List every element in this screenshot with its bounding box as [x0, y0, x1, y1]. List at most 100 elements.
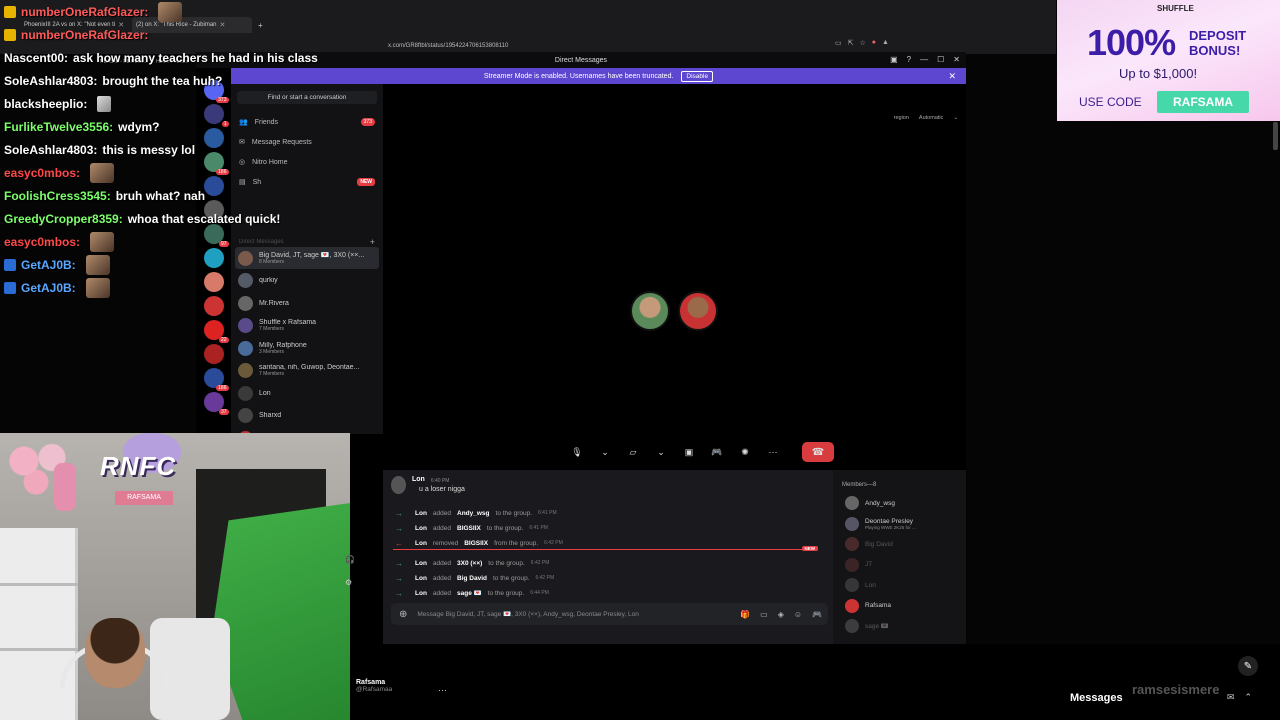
inbox-icon[interactable]: ▣ — [890, 55, 898, 64]
bookmark-icon[interactable]: ☆ — [860, 39, 866, 47]
emoji-icon[interactable]: ☺ — [794, 610, 802, 619]
help-icon[interactable]: ? — [907, 55, 911, 64]
server-icon[interactable]: 186 — [203, 368, 229, 391]
chat-username[interactable]: FurlikeTwelve3556: — [4, 120, 113, 134]
gear-icon[interactable]: ⚙ — [345, 578, 355, 587]
dm-item[interactable]: Milly, Rafphone 3 Members — [235, 337, 379, 359]
chat-username[interactable]: easyc0mbos: — [4, 235, 80, 249]
compose-icon[interactable]: ✎ — [1238, 656, 1258, 676]
chat-username[interactable]: SoleAshlar4803: — [4, 143, 97, 157]
maximize-icon[interactable]: ☐ — [937, 55, 944, 64]
chat-username[interactable]: SoleAshlar4803: — [4, 74, 97, 88]
member-item[interactable]: Rafsama — [845, 598, 891, 614]
collapse-icon[interactable]: ⌃ — [1244, 692, 1252, 703]
member-item[interactable]: JT — [845, 557, 872, 573]
chevron-down-icon[interactable]: ⌄ — [652, 444, 670, 460]
system-actor[interactable]: Lon — [415, 590, 427, 597]
system-message: → Lon added Big David to the group. 6:42 PM — [395, 572, 554, 584]
profile-handle: @Rafsamaa — [356, 686, 393, 693]
dm-item[interactable]: Lon — [235, 382, 379, 404]
message-input[interactable]: ⊕ Message Big David, JT, sage 💌, 3X0 (××… — [391, 603, 828, 625]
new-message-icon[interactable]: ✉ — [1227, 692, 1235, 703]
system-target[interactable]: Andy_wsg — [457, 510, 490, 517]
chat-username[interactable]: GreedyCropper8359: — [4, 212, 123, 226]
chat-username[interactable]: numberOneRafGlazer: — [21, 28, 148, 42]
profile-name: Rafsama — [356, 679, 386, 686]
add-attachment-icon[interactable]: ⊕ — [399, 609, 407, 620]
chat-username[interactable]: easyc0mbos: — [4, 166, 80, 180]
chat-username[interactable]: FoolishCress3545: — [4, 189, 111, 203]
system-actor[interactable]: Lon — [415, 510, 427, 517]
gift-icon[interactable]: 🎁 — [740, 610, 750, 619]
close-icon[interactable]: ✕ — [948, 71, 956, 82]
microphone-icon[interactable]: 🎙 — [568, 444, 586, 460]
system-actor[interactable]: Lon — [415, 525, 427, 532]
chat-username[interactable]: numberOneRafGlazer: — [21, 5, 148, 19]
server-icon[interactable]: 37 — [203, 392, 229, 415]
chat-username[interactable]: blacksheeplio: — [4, 97, 87, 111]
member-name: Deontae Presley — [865, 517, 914, 525]
sticker-icon[interactable]: ◈ — [778, 610, 784, 619]
menu-icon[interactable]: ▲ — [882, 39, 889, 47]
gif-icon[interactable]: ▭ — [760, 610, 768, 619]
participant-avatar[interactable] — [630, 291, 670, 331]
system-time: 6:44 PM — [530, 590, 549, 596]
member-item[interactable]: Lon — [845, 577, 876, 593]
arrow-right-icon: → — [395, 508, 403, 518]
close-icon[interactable]: ✕ — [953, 55, 960, 64]
shuffle-ad[interactable]: SHUFFLE 100% DEPOSIT BONUS! Up to $1,000… — [1057, 0, 1280, 121]
system-target[interactable]: sage 💌 — [457, 589, 482, 597]
server-icon[interactable]: 22 — [203, 320, 229, 343]
avatar[interactable] — [391, 476, 406, 494]
minimize-icon[interactable]: — — [920, 55, 928, 64]
profile-card[interactable]: Rafsama @Rafsamaa — [356, 679, 392, 693]
participant-avatar[interactable] — [678, 291, 718, 331]
system-actor[interactable]: Lon — [415, 575, 427, 582]
system-actor[interactable]: Lon — [415, 540, 427, 547]
dm-name: Milly, Rafphone — [259, 341, 307, 349]
more-icon[interactable]: ⋯ — [764, 444, 782, 460]
activity-icon[interactable]: 🎮 — [708, 444, 726, 460]
headset-icon[interactable]: 🎧 — [345, 555, 355, 564]
more-icon[interactable]: ⋯ — [438, 685, 447, 696]
system-verb: added — [432, 524, 451, 532]
system-actor[interactable]: Lon — [415, 560, 427, 567]
member-item[interactable]: Andy_wsg — [845, 495, 895, 511]
system-target[interactable]: 3X0 (××) — [457, 560, 482, 567]
member-item[interactable]: Big David — [845, 536, 893, 552]
server-icon[interactable] — [203, 296, 224, 316]
voice-call-stage: region Automatic ⌄ 🎙 ⌄ ▱ ⌄ ▣ 🎮 ✺ ⋯ ☎ — [383, 84, 966, 470]
streamer-head — [85, 618, 145, 688]
share-icon[interactable]: ⇱ — [848, 39, 854, 47]
system-target[interactable]: BIGSIIX — [464, 540, 488, 547]
member-item[interactable]: sage 💌 — [845, 618, 889, 634]
dm-item[interactable]: santana, nih, Guwop, Deontae... 7 Members — [235, 360, 379, 382]
chat-username[interactable]: GetAJ0B: — [21, 258, 76, 272]
soundboard-icon[interactable]: ✺ — [736, 444, 754, 460]
disable-button[interactable]: Disable — [681, 70, 714, 82]
chat-username[interactable]: Nascent00: — [4, 51, 68, 65]
ad-code-label: USE CODE — [1079, 95, 1142, 109]
messages-dock[interactable]: ramsesismere Messages ✉ ⌃ — [1058, 682, 1280, 720]
chevron-down-icon[interactable]: ⌄ — [596, 444, 614, 460]
apps-icon[interactable]: 🎮 — [812, 610, 822, 619]
server-icon[interactable] — [203, 344, 224, 364]
dm-name: Shuffle x Rafsama — [259, 319, 317, 326]
screen-share-icon[interactable]: ▣ — [680, 444, 698, 460]
system-target[interactable]: BIGSIIX — [457, 525, 481, 532]
extension-icon[interactable]: ▭ — [835, 39, 842, 47]
scrollbar[interactable] — [1273, 122, 1278, 150]
chat-message: easyc0mbos: — [4, 161, 344, 184]
chat-username[interactable]: GetAJ0B: — [21, 281, 76, 295]
member-item[interactable]: Deontae Presley Playing WWE 2K25 for ... — [845, 516, 916, 532]
address-bar[interactable]: x.com/GR8ftbl/status/1954224706153808110 — [370, 39, 910, 52]
camera-off-icon[interactable]: ▱ — [624, 444, 642, 460]
shield-icon[interactable]: ● — [872, 39, 876, 47]
region-selector[interactable]: region Automatic ⌄ — [894, 115, 958, 121]
dm-item[interactable]: Shuffle x Rafsama 7 Members — [235, 315, 379, 337]
system-target[interactable]: Big David — [457, 575, 487, 582]
ad-code-button[interactable]: RAFSAMA — [1157, 91, 1249, 113]
add-dm-icon[interactable]: + — [370, 237, 375, 247]
disconnect-button[interactable]: ☎ — [802, 442, 834, 462]
dm-item[interactable]: Sharxd — [235, 405, 379, 427]
